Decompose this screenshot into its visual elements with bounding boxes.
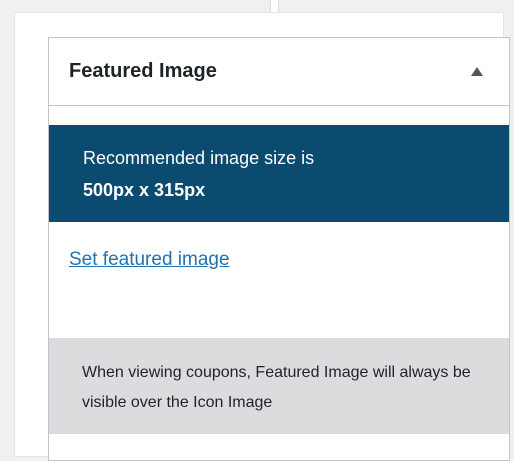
featured-image-metabox: Featured Image Recommended image size is… xyxy=(48,37,510,461)
panel-divider xyxy=(270,0,279,12)
info-note-text: When viewing coupons, Featured Image wil… xyxy=(82,364,471,411)
sidebar-panel: Featured Image Recommended image size is… xyxy=(14,12,510,461)
metabox-title: Featured Image xyxy=(69,60,217,82)
metabox-header[interactable]: Featured Image xyxy=(49,38,509,106)
collapse-toggle-icon[interactable] xyxy=(471,67,483,76)
notice-text: Recommended image size is xyxy=(83,148,315,168)
set-featured-image-link[interactable]: Set featured image xyxy=(69,248,230,272)
info-note-box: When viewing coupons, Featured Image wil… xyxy=(49,338,509,434)
notice-size-value: 500px x 315px xyxy=(83,180,206,200)
recommended-size-notice: Recommended image size is 500px x 315px xyxy=(49,125,509,222)
